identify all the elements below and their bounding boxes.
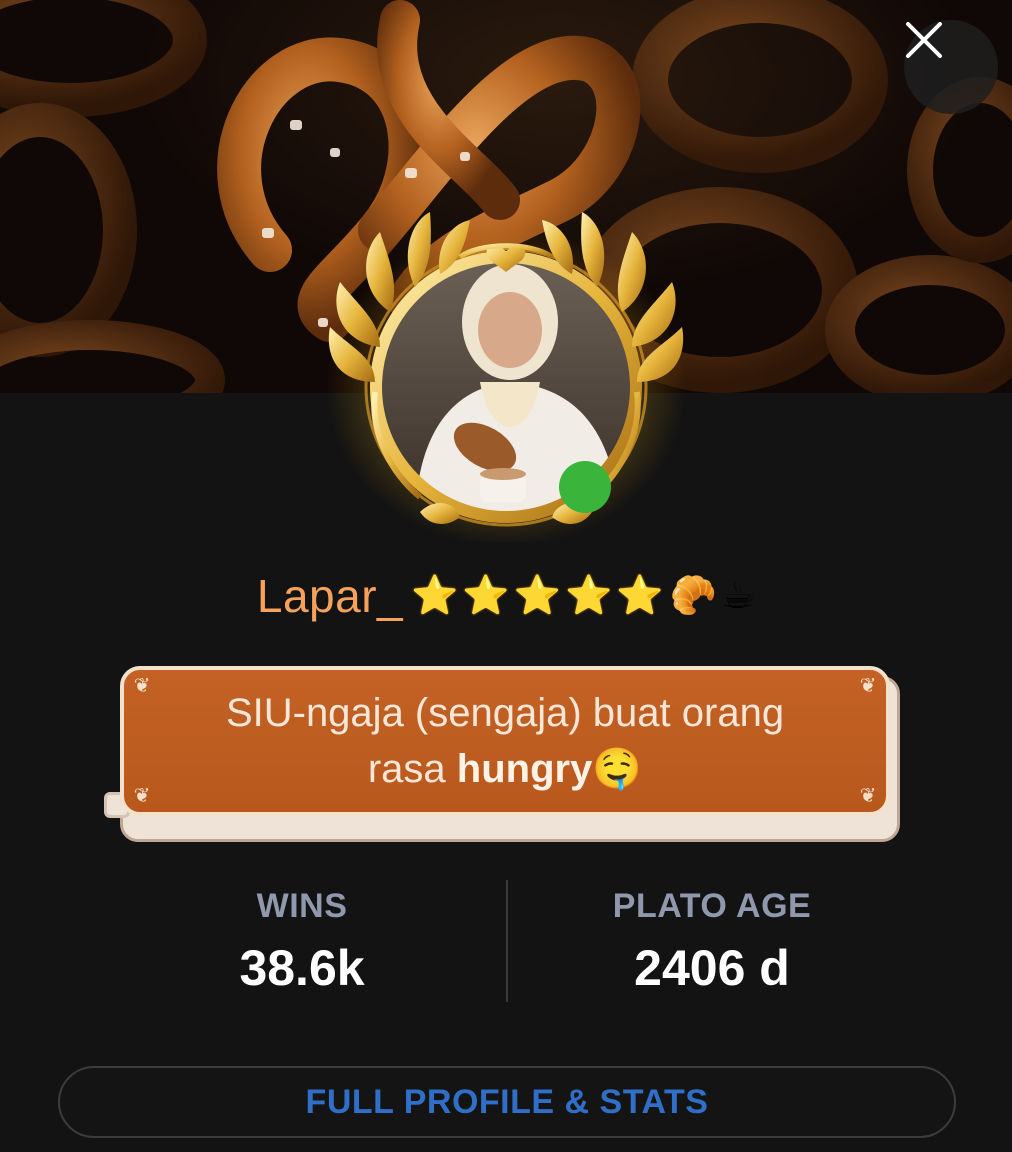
stat-value: 38.6k: [239, 940, 365, 996]
avatar-frame: [326, 212, 686, 542]
bio-bold-word: hungry: [456, 747, 593, 791]
ornament-icon: ❦: [859, 675, 877, 697]
croissant-icon: 🥐: [669, 575, 718, 617]
stats-section: WINS 38.6k PLATO AGE 2406 d: [0, 880, 1012, 1002]
username-badges: ⭐ ⭐ ⭐ ⭐ ⭐ 🥐 ☕: [409, 577, 755, 615]
stat-wins: WINS 38.6k: [102, 880, 502, 1004]
star-icon: ⭐: [462, 575, 510, 617]
bio-text-container: ❦ ❦ ❦ ❦ SIU-ngaja (sengaja) buat orang r…: [120, 666, 890, 816]
stats-divider: [506, 880, 508, 1002]
star-icon: ⭐: [616, 575, 664, 617]
star-icon: ⭐: [513, 575, 562, 617]
star-icon: ⭐: [565, 575, 613, 617]
close-button[interactable]: [904, 20, 998, 114]
ornament-icon: ❦: [133, 675, 151, 697]
close-icon: [906, 22, 942, 58]
ornament-icon: ❦: [133, 785, 151, 807]
online-status-indicator: [559, 461, 611, 513]
full-profile-button[interactable]: FULL PROFILE & STATS: [58, 1066, 956, 1138]
bio-line-1: SIU-ngaja (sengaja) buat orang: [225, 691, 785, 735]
star-icon: ⭐: [411, 575, 459, 617]
stat-plato-age: PLATO AGE 2406 d: [512, 880, 912, 1004]
profile-card: Lapar_ ⭐ ⭐ ⭐ ⭐ ⭐ 🥐 ☕ ❦ ❦ ❦ ❦ SIU-ngaja (…: [0, 0, 1012, 1152]
username: Lapar_: [256, 570, 404, 622]
coffee-icon: ☕: [721, 575, 756, 617]
stat-label: WINS: [256, 887, 348, 925]
username-row: Lapar_ ⭐ ⭐ ⭐ ⭐ ⭐ 🥐 ☕: [0, 565, 1012, 627]
bio-text: SIU-ngaja (sengaja) buat orang rasa hung…: [155, 685, 855, 797]
stat-label: PLATO AGE: [612, 887, 812, 925]
bio-line-2-prefix: rasa: [367, 747, 457, 791]
drooling-face-icon: 🤤: [592, 747, 643, 791]
bio-plate: ❦ ❦ ❦ ❦ SIU-ngaja (sengaja) buat orang r…: [104, 664, 900, 842]
ornament-icon: ❦: [859, 785, 877, 807]
stat-value: 2406 d: [634, 940, 790, 996]
avatar[interactable]: [320, 212, 692, 542]
